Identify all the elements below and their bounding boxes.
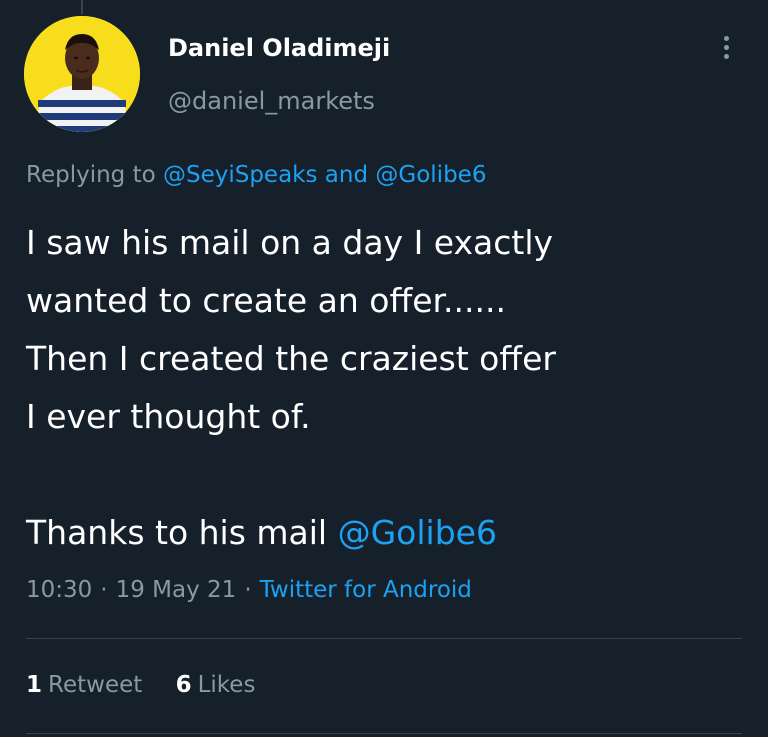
tweet-mention-golibe6[interactable]: @Golibe6 (338, 513, 497, 552)
author-avatar[interactable] (24, 16, 140, 132)
likes-count: 6 (175, 672, 192, 698)
replying-to-prefix: Replying to (26, 162, 156, 188)
mention-link-seyispeaks[interactable]: @SeyiSpeaks (163, 162, 318, 188)
meta-separator: · (244, 577, 252, 603)
replying-to-line: Replying to @SeyiSpeaks and @Golibe6 (26, 162, 486, 188)
retweets-count: 1 (26, 672, 43, 698)
replying-to-joiner[interactable]: and (325, 162, 368, 188)
more-vertical-icon[interactable] (718, 36, 734, 66)
tweet-paragraph-1: I saw his mail on a day I exactly wanted… (26, 223, 556, 436)
tweet-paragraph-2: Thanks to his mail @Golibe6 (26, 513, 497, 552)
meta-separator: · (100, 577, 108, 603)
tweet-date[interactable]: 19 May 21 (116, 577, 237, 603)
stats-top-divider (26, 638, 742, 639)
tweet-metadata: 10:30 · 19 May 21 · Twitter for Android (26, 577, 472, 603)
retweets-stat[interactable]: 1 Retweet (26, 672, 150, 698)
likes-stat[interactable]: 6 Likes (176, 672, 256, 698)
retweets-label: Retweet (48, 672, 143, 698)
likes-label: Likes (197, 672, 256, 698)
mention-link-golibe6[interactable]: @Golibe6 (375, 162, 486, 188)
avatar-photo (24, 16, 140, 132)
tweet-time[interactable]: 10:30 (26, 577, 92, 603)
tweet-paragraph-2-text: Thanks to his mail (26, 513, 328, 552)
tweet-stats: 1 Retweet 6 Likes (26, 672, 281, 698)
author-handle[interactable]: @daniel_markets (168, 87, 375, 115)
tweet-body: I saw his mail on a day I exactly wanted… (26, 214, 756, 562)
author-display-name[interactable]: Daniel Oladimeji (168, 34, 390, 62)
stats-bottom-divider (26, 733, 742, 734)
tweet-source-link[interactable]: Twitter for Android (260, 577, 472, 603)
thread-connector-line (81, 0, 83, 14)
